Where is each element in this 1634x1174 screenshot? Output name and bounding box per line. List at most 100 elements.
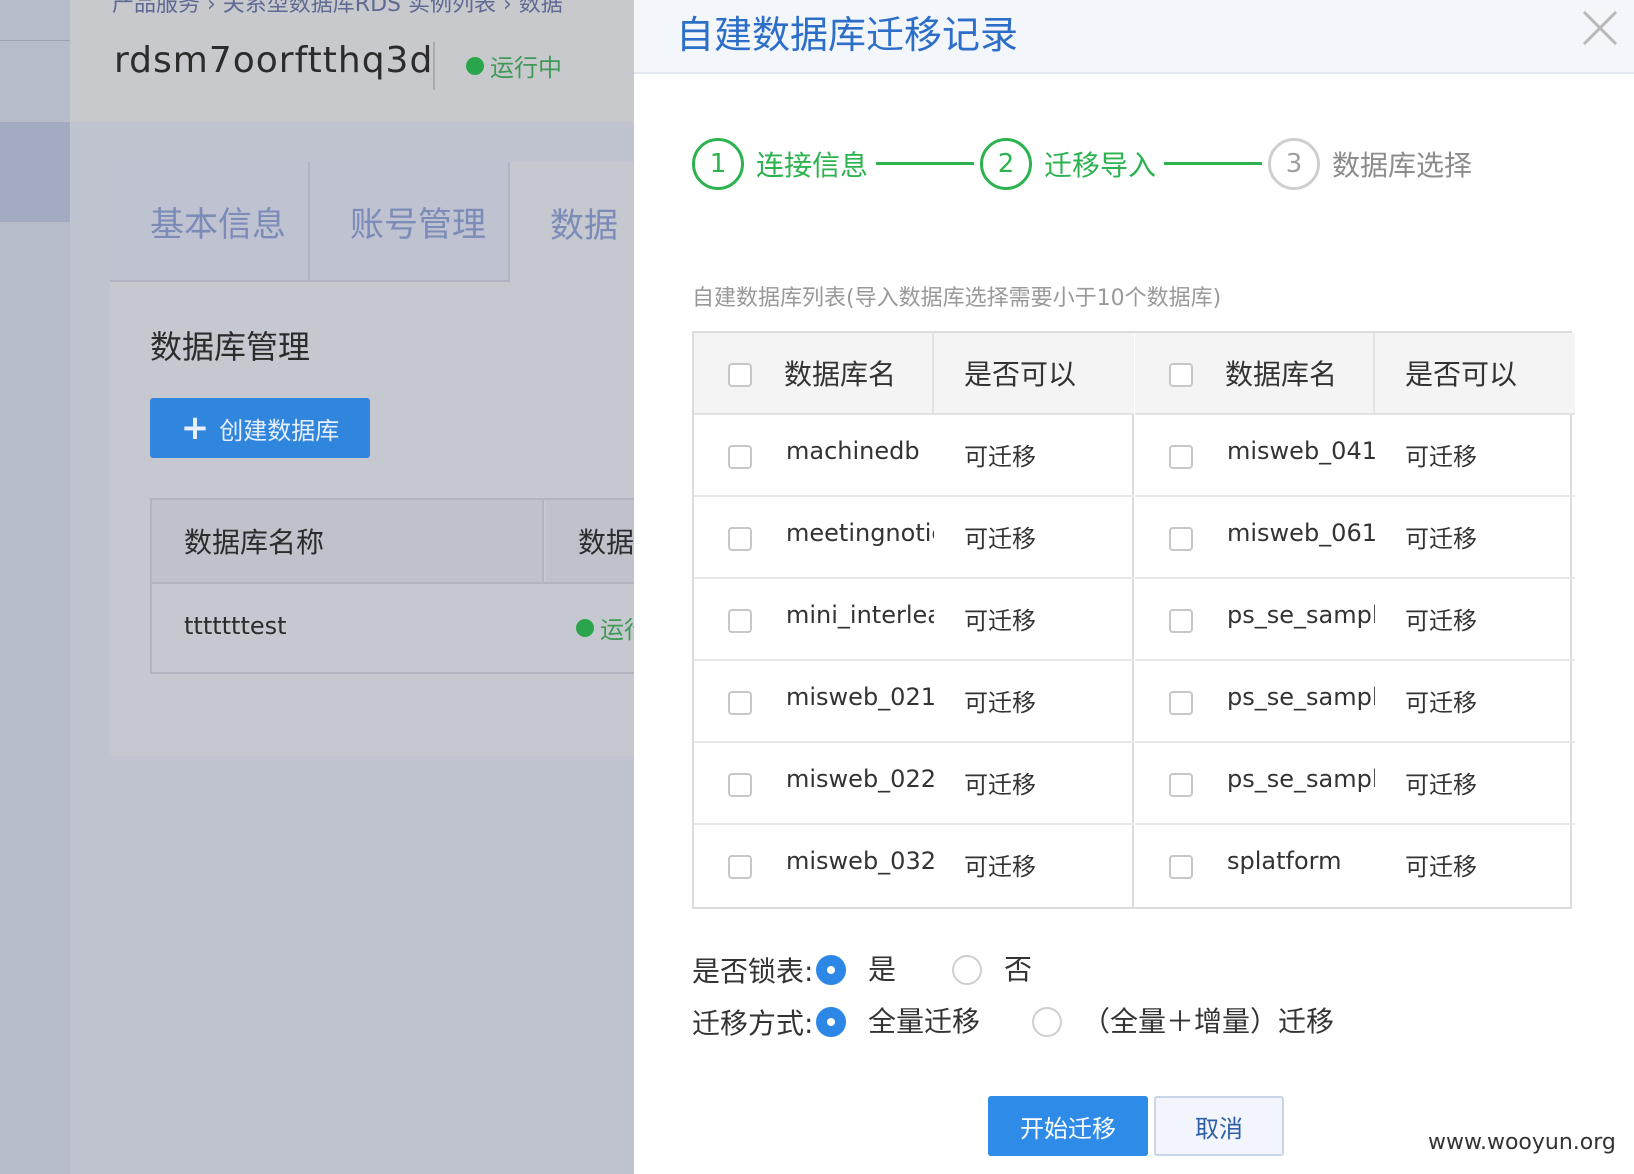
migrate-status: 可迁移	[1405, 443, 1477, 471]
step-connector	[876, 162, 974, 165]
table-cell-db-name: tttttttest	[184, 612, 287, 640]
create-database-label: 创建数据库	[219, 416, 340, 445]
database-select-table: 数据库名 是否可以 machinedb 可迁移 meetingnoticmeet…	[692, 331, 1575, 909]
status-dot-icon	[466, 56, 484, 75]
table-row[interactable]: misweb_041 可迁移	[1135, 415, 1575, 497]
breadcrumb[interactable]: 产品服务 › 关系型数据库RDS 实例列表 › 数据	[112, 0, 563, 18]
instance-status-badge: 运行中	[466, 48, 562, 83]
full-migration-label[interactable]: 全量迁移	[868, 1000, 980, 1040]
column-header-db-name: 数据库名称	[152, 500, 544, 582]
table-row[interactable]: misweb_032 可迁移	[694, 825, 1134, 907]
row-checkbox[interactable]	[1169, 855, 1193, 879]
row-checkbox[interactable]	[1169, 773, 1193, 797]
select-all-checkbox[interactable]	[1169, 363, 1193, 387]
column-divider	[1373, 333, 1375, 413]
row-checkbox[interactable]	[728, 691, 752, 715]
step-label: 数据库选择	[1332, 149, 1473, 182]
db-name: misweb_032	[786, 847, 934, 875]
db-name: misweb_061	[1227, 519, 1375, 547]
lock-table-no-radio[interactable]	[952, 955, 982, 985]
table-row[interactable]: misweb_022 可迁移	[694, 743, 1134, 825]
table-right-half: 数据库名 是否可以 misweb_041 可迁移 misweb_061 可迁移 …	[1135, 333, 1575, 907]
table-row[interactable]: ps_se_sample 可迁移	[1135, 579, 1575, 661]
lock-table-yes-radio[interactable]	[816, 955, 846, 985]
db-name: splatform	[1227, 847, 1342, 875]
create-database-button[interactable]: + 创建数据库	[150, 398, 370, 458]
row-checkbox[interactable]	[1169, 445, 1193, 469]
migrate-status: 可迁移	[964, 525, 1036, 553]
cancel-button[interactable]: 取消	[1154, 1096, 1284, 1156]
db-name: ps_se_sample	[1227, 601, 1375, 629]
migrate-status: 可迁移	[964, 443, 1036, 471]
plus-icon: +	[180, 408, 210, 448]
migration-mode-label: 迁移方式:	[692, 1007, 814, 1040]
progress-steps: 1 连接信息 2 迁移导入 3 数据库选择	[692, 136, 1512, 192]
step-number: 1	[692, 138, 744, 190]
step-connection-info: 1 连接信息	[692, 136, 868, 192]
table-divider	[152, 582, 712, 584]
select-all-checkbox[interactable]	[728, 363, 752, 387]
migrate-status: 可迁移	[1405, 853, 1477, 881]
migrate-status: 可迁移	[964, 771, 1036, 799]
row-checkbox[interactable]	[728, 445, 752, 469]
column-header-can-migrate: 是否可以	[964, 358, 1077, 391]
table-row[interactable]: misweb_021 可迁移	[694, 661, 1134, 743]
migrate-status: 可迁移	[964, 607, 1036, 635]
tab-basic-info[interactable]: 基本信息	[110, 162, 310, 282]
content-card: 基本信息 账号管理 数据 数据库管理 + 创建数据库 数据库名称 数据 tttt…	[110, 162, 716, 756]
migrate-status: 可迁移	[1405, 607, 1477, 635]
migration-mode-option: 迁移方式: 全量迁移 （全量＋增量）迁移	[692, 1000, 1592, 1044]
row-checkbox[interactable]	[728, 773, 752, 797]
row-checkbox[interactable]	[1169, 609, 1193, 633]
row-checkbox[interactable]	[728, 855, 752, 879]
lock-table-option: 是否锁表: 是 否	[692, 948, 1592, 992]
left-nav-strip	[0, 0, 70, 1174]
full-migration-radio[interactable]	[816, 1007, 846, 1037]
migrate-status: 可迁移	[1405, 689, 1477, 717]
step-label: 迁移导入	[1044, 149, 1157, 182]
row-checkbox[interactable]	[728, 609, 752, 633]
nav-active-item[interactable]	[0, 122, 70, 222]
row-checkbox[interactable]	[1169, 527, 1193, 551]
db-name: machinedb	[786, 437, 920, 465]
lock-table-label: 是否锁表:	[692, 955, 814, 988]
table-row[interactable]: splatform 可迁移	[1135, 825, 1575, 907]
step-database-select: 3 数据库选择	[1268, 136, 1472, 192]
db-name: misweb_041	[1227, 437, 1375, 465]
step-label: 连接信息	[756, 149, 869, 182]
migration-modal: 自建数据库迁移记录 1 连接信息 2 迁移导入 3 数据库选择 自建数据库列表(…	[634, 0, 1634, 1174]
table-row[interactable]: ps_se_sample 可迁移	[1135, 661, 1575, 743]
instance-status-text: 运行中	[490, 54, 562, 82]
migrate-status: 可迁移	[1405, 525, 1477, 553]
migrate-status: 可迁移	[964, 689, 1036, 717]
migrate-status: 可迁移	[964, 853, 1036, 881]
step-number: 3	[1268, 138, 1320, 190]
close-icon[interactable]	[1572, 2, 1626, 56]
modal-header: 自建数据库迁移记录	[634, 0, 1634, 74]
db-name: ps_se_sample	[1227, 683, 1375, 711]
full-incremental-label[interactable]: （全量＋增量）迁移	[1082, 1000, 1334, 1040]
column-header-db-name: 数据库名	[784, 358, 897, 391]
lock-table-no-label[interactable]: 否	[1004, 948, 1032, 988]
db-name: ps_se_sample	[1227, 765, 1375, 793]
instance-name: rdsm7oorftthq3d	[114, 40, 434, 81]
modal-title: 自建数据库迁移记录	[676, 13, 1019, 57]
tab-account-management[interactable]: 账号管理	[310, 162, 510, 282]
row-checkbox[interactable]	[728, 527, 752, 551]
table-row[interactable]: machinedb 可迁移	[694, 415, 1134, 497]
table-row[interactable]: misweb_061 可迁移	[1135, 497, 1575, 579]
table-row[interactable]: meetingnoticmeetingnotic 可迁移	[694, 497, 1134, 579]
row-checkbox[interactable]	[1169, 691, 1193, 715]
table-row[interactable]: mini_interleave 可迁移	[694, 579, 1134, 661]
table-row[interactable]: ps_se_sample 可迁移	[1135, 743, 1575, 825]
status-dot-icon	[576, 618, 594, 637]
table-header: 数据库名 是否可以	[1135, 333, 1575, 415]
start-migration-button[interactable]: 开始迁移	[988, 1096, 1148, 1156]
database-table: 数据库名称 数据 tttttttest 运行	[150, 498, 716, 674]
column-header-db-name: 数据库名	[1225, 358, 1338, 391]
column-header-can-migrate: 是否可以	[1405, 358, 1518, 391]
lock-table-yes-label[interactable]: 是	[868, 948, 896, 988]
migrate-status: 可迁移	[1405, 771, 1477, 799]
full-incremental-radio[interactable]	[1032, 1007, 1062, 1037]
column-divider	[932, 333, 934, 413]
